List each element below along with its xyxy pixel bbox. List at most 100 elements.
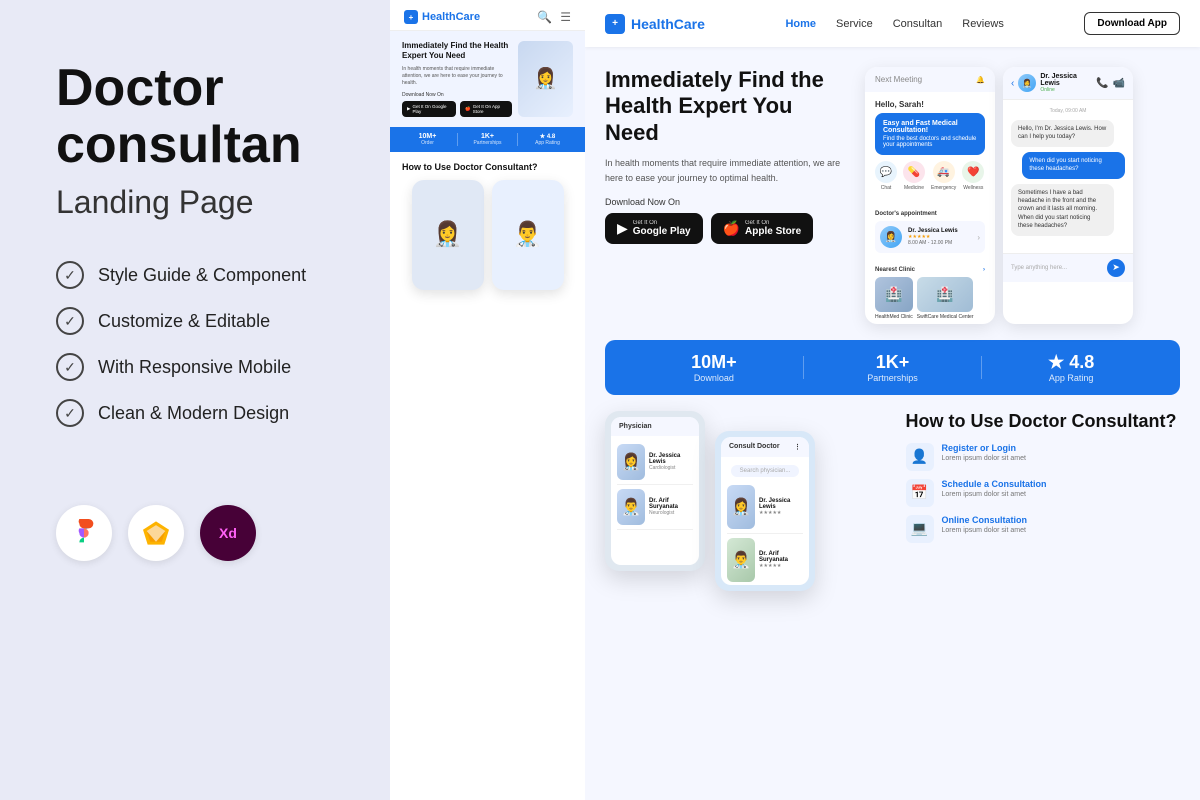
search-field[interactable]: Search physician... — [731, 465, 799, 477]
bp-doc-info-1: Dr. Jessica Lewis Cardiologist — [649, 453, 693, 471]
chat-header: ‹ 👩‍⚕️ Dr. Jessica Lewis Online 📞 📹 — [1003, 67, 1133, 100]
nav-reviews[interactable]: Reviews — [962, 18, 1004, 30]
phone-icon[interactable]: 📞 — [1096, 78, 1108, 89]
step-3-text: Online Consultation Lorem ipsum dolor si… — [942, 515, 1028, 534]
phone-hello: Hello, Sarah! Easy and Fast Medical Cons… — [865, 92, 995, 205]
apple-icon: 🍎 — [465, 106, 471, 112]
doctor-appointment: Doctor's appointment 👩‍⚕️ Dr. Jessica Le… — [865, 205, 995, 263]
steps-list: 👤 Register or Login Lorem ipsum dolor si… — [906, 443, 1181, 543]
bp-doc-info-2: Dr. Arif Suryanata Neurologist — [649, 498, 693, 516]
online-consult-icon: 💻 — [906, 515, 934, 543]
google-play-button[interactable]: ▶ Get It On Google Play — [605, 213, 703, 244]
clinic-images: 🏥 HealthMed Clinic 🏥 SwiftCare Medical C… — [875, 277, 985, 320]
more-icon[interactable]: ⋮ — [794, 443, 801, 451]
chat-msg-outgoing: When did you start noticing these headac… — [1022, 152, 1125, 179]
back-icon[interactable]: ‹ — [1011, 78, 1014, 89]
download-app-button[interactable]: Download App — [1084, 12, 1180, 35]
consult-doc-info-1: Dr. Jessica Lewis ★★★★★ — [759, 498, 803, 516]
bottom-phone-1: Physician 👩‍⚕️ Dr. Jessica Lewis Cardiol… — [605, 411, 705, 571]
consult-search: Search physician... — [727, 461, 803, 481]
app-buttons: ▶ Get It On Google Play 🍎 Get It On Appl… — [605, 213, 845, 244]
chat-doctor-avatar: 👩‍⚕️ — [1018, 74, 1036, 92]
how-to-use: How to Use Doctor Consultant? 👤 Register… — [896, 411, 1181, 591]
chat-date: Today, 09:00 AM — [1011, 108, 1125, 114]
mobile-logo-icon: + — [404, 10, 418, 24]
phone-card-header: Next Meeting 🔔 — [865, 67, 995, 92]
chat-msg-incoming-1: Hello, I'm Dr. Jessica Lewis. How can I … — [1011, 120, 1114, 147]
phone-inner-1: Physician 👩‍⚕️ Dr. Jessica Lewis Cardiol… — [611, 417, 699, 565]
website-hero: Immediately Find the Health Expert You N… — [585, 47, 1200, 324]
left-panel: Doctor consultan Landing Page ✓ Style Gu… — [0, 0, 390, 800]
app-buttons-mini: ▶ Get It On Google Play 🍎 Get It On App … — [402, 101, 512, 117]
feature-item-3: ✓ With Responsive Mobile — [56, 353, 350, 381]
chat-input-bar: Type anything here... ➤ — [1003, 253, 1133, 282]
website-nav: + HealthCare Home Service Consultan Revi… — [585, 0, 1200, 47]
doctor-list: 👩‍⚕️ Dr. Jessica Lewis Cardiologist 👨‍⚕️… — [611, 436, 699, 534]
see-all[interactable]: › — [983, 267, 985, 273]
subtitle: Landing Page — [56, 184, 350, 221]
chat-input[interactable]: Type anything here... — [1011, 265, 1103, 271]
feature-item-1: ✓ Style Guide & Component — [56, 261, 350, 289]
check-icon-2: ✓ — [56, 307, 84, 335]
mobile-stat-downloads: 10M+ Order — [398, 133, 457, 146]
feature-item-2: ✓ Customize & Editable — [56, 307, 350, 335]
xd-icon: Xd — [200, 505, 256, 561]
schedule-icon: 📅 — [906, 479, 934, 507]
phone-card-app: Next Meeting 🔔 Hello, Sarah! Easy and Fa… — [865, 67, 995, 324]
chat-doctor-info: Dr. Jessica Lewis Online — [1040, 73, 1092, 93]
video-icon[interactable]: 📹 — [1113, 78, 1125, 89]
website-preview: + HealthCare Home Service Consultan Revi… — [585, 0, 1200, 800]
site-logo: + HealthCare — [605, 14, 705, 34]
mobile-logo: + HealthCare — [404, 10, 480, 24]
sketch-icon — [128, 505, 184, 561]
mobile-preview: + HealthCare 🔍 ☰ Immediately Find the He… — [390, 0, 585, 800]
phone-mockup-right: 👨‍⚕️ — [492, 180, 564, 290]
hero-mockups: Next Meeting 🔔 Hello, Sarah! Easy and Fa… — [865, 67, 1180, 324]
mobile-hero-image: 👩‍⚕️ — [518, 41, 573, 117]
feature-item-4: ✓ Clean & Modern Design — [56, 399, 350, 427]
arrow-icon: › — [977, 233, 980, 242]
chat-messages: Today, 09:00 AM Hello, I'm Dr. Jessica L… — [1003, 100, 1133, 249]
apple-store-button[interactable]: 🍎 Get It On Apple Store — [711, 213, 814, 244]
right-panel: + HealthCare 🔍 ☰ Immediately Find the He… — [390, 0, 1200, 800]
medicine-circle-icon: 💊 — [903, 161, 925, 183]
mobile-stat-partnerships: 1K+ Partnerships — [458, 133, 517, 146]
consult-avatar-2: 👨‍⚕️ — [727, 538, 755, 582]
phone-inner-2: Consult Doctor ⋮ Search physician... 👩‍⚕… — [721, 437, 809, 585]
nav-home[interactable]: Home — [785, 18, 816, 30]
google-play-icon: ▶ — [617, 220, 628, 237]
chat-send-button[interactable]: ➤ — [1107, 259, 1125, 277]
apple-store-btn-mini[interactable]: 🍎 Get It On App Store — [460, 101, 512, 117]
wellness-icon-item: ❤️ Wellness — [962, 161, 984, 191]
consult-avatar-1: 👩‍⚕️ — [727, 485, 755, 529]
check-icon-4: ✓ — [56, 399, 84, 427]
website-stat-rating: ★ 4.8 App Rating — [982, 352, 1160, 383]
chat-card: ‹ 👩‍⚕️ Dr. Jessica Lewis Online 📞 📹 Toda… — [1003, 67, 1133, 324]
emergency-circle-icon: 🚑 — [933, 161, 955, 183]
site-logo-icon: + — [605, 14, 625, 34]
site-nav: Home Service Consultan Reviews — [785, 18, 1003, 30]
step-1-text: Register or Login Lorem ipsum dolor sit … — [942, 443, 1026, 462]
nav-service[interactable]: Service — [836, 18, 873, 30]
menu-icon[interactable]: ☰ — [560, 10, 571, 24]
doctor-avatar: 👩‍⚕️ — [880, 226, 902, 248]
medicine-icon-item: 💊 Medicine — [903, 161, 925, 191]
nearest-clinic: Nearest Clinic › 🏥 HealthMed Clinic 🏥 Sw… — [865, 263, 995, 324]
notification-icon: 🔔 — [976, 76, 985, 84]
clinic-img-1: 🏥 — [875, 277, 913, 312]
google-play-btn-mini[interactable]: ▶ Get It On Google Play — [402, 101, 456, 117]
nav-consultan[interactable]: Consultan — [893, 18, 943, 30]
bottom-section: Physician 👩‍⚕️ Dr. Jessica Lewis Cardiol… — [585, 411, 1200, 591]
chat-header-icons: 📞 📹 — [1096, 78, 1125, 89]
play-icon: ▶ — [407, 106, 410, 112]
hero-text: Immediately Find the Health Expert You N… — [605, 67, 845, 244]
step-2-text: Schedule a Consultation Lorem ipsum dolo… — [942, 479, 1047, 498]
figma-icon — [56, 505, 112, 561]
chat-msg-incoming-2: Sometimes I have a bad headache in the f… — [1011, 184, 1114, 236]
search-icon[interactable]: 🔍 — [537, 10, 552, 24]
features-list: ✓ Style Guide & Component ✓ Customize & … — [56, 261, 350, 445]
mobile-stat-rating: ★ 4.8 App Rating — [518, 133, 577, 146]
mobile-header-icons: 🔍 ☰ — [537, 10, 571, 24]
mobile-header: + HealthCare 🔍 ☰ — [390, 0, 585, 31]
wellness-circle-icon: ❤️ — [962, 161, 984, 183]
